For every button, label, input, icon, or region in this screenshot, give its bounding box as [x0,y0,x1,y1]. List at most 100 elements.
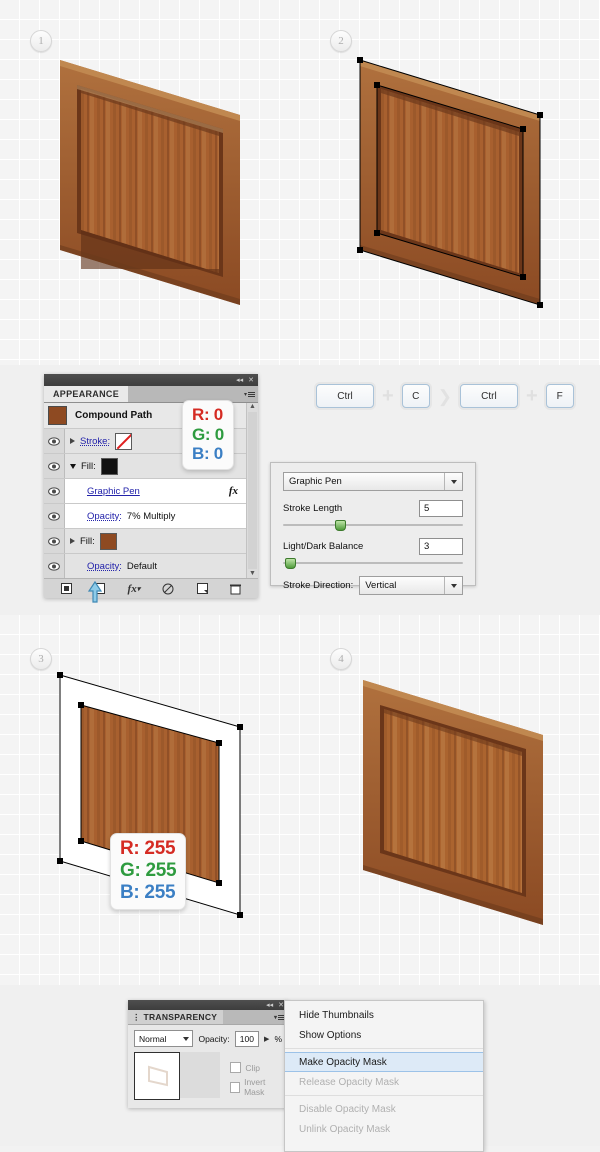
visibility-eye-icon[interactable] [44,479,65,503]
opacity-label[interactable]: Opacity: [87,561,122,572]
light-dark-balance-input[interactable]: 3 [419,538,463,555]
transparency-thumbnails: Clip Invert Mask [128,1052,288,1108]
fill-swatch-black[interactable] [100,457,118,475]
sequence-arrow-icon: ❯ [437,386,452,406]
visibility-eye-icon[interactable] [44,554,65,578]
expand-triangle-icon[interactable] [70,538,75,544]
stroke-length-slider[interactable] [283,520,463,531]
appearance-row-fill-bottom[interactable]: Fill: [44,529,246,554]
add-effect-icon[interactable]: fx ▾ [128,583,141,595]
blend-mode-dropdown[interactable]: Normal [134,1030,194,1047]
object-title: Compound Path [75,410,153,421]
clear-appearance-icon[interactable] [162,583,174,595]
appearance-scrollbar[interactable]: ▲ ▼ [246,403,258,578]
delete-item-icon[interactable] [229,583,241,595]
chevron-down-icon[interactable] [179,1036,192,1041]
stroke-length-label: Stroke Length [283,503,343,514]
menu-separator [285,1048,483,1049]
panel-menu-icon[interactable]: ▾ [244,391,255,398]
scroll-down-icon[interactable]: ▼ [249,570,256,578]
invert-mask-checkbox[interactable] [230,1081,241,1093]
transparency-tab-row: ⋮ TRANSPARENCY ▾ [128,1010,288,1025]
appearance-row-graphic-pen[interactable]: Graphic Pen fx [44,479,246,504]
rgb-blue-value: B: 255 [120,882,176,904]
light-dark-balance-row: Light/Dark Balance 3 [283,538,463,555]
collapse-triangle-icon[interactable] [70,463,76,469]
key-ctrl-2[interactable]: Ctrl [459,384,518,408]
menu-item-hide-thumbnails[interactable]: Hide Thumbnails [285,1005,483,1025]
stroke-direction-dropdown[interactable]: Vertical [359,576,463,595]
graphic-pen-row-content: Graphic Pen fx [65,485,246,497]
clip-checkbox-row[interactable]: Clip [230,1062,282,1073]
clip-checkbox[interactable] [230,1062,242,1073]
collapse-icon[interactable]: ◂◂ [266,1001,273,1009]
rgb-green-value: G: 255 [120,860,177,882]
appearance-row-opacity-multiply[interactable]: Opacity: 7% Multiply [44,504,246,529]
opacity-stepper-icon[interactable]: ▶ [264,1035,269,1043]
percent-label: % [274,1033,282,1044]
wood-panel-artwork-2 [355,55,550,308]
rgb-red-value: R: 0 [192,405,223,424]
stroke-swatch-none[interactable] [115,432,133,450]
menu-item-make-opacity-mask[interactable]: Make Opacity Mask [285,1052,483,1072]
chevron-down-icon[interactable] [444,577,462,594]
clip-label: Clip [245,1062,260,1073]
key-f[interactable]: F [545,384,574,408]
menu-item-unlink-opacity-mask: Unlink Opacity Mask [299,1123,391,1135]
add-new-stroke-icon[interactable] [61,583,73,594]
fx-icon[interactable]: fx [229,485,246,497]
transparency-panel-menu-area: ▾ [223,1010,288,1024]
tab-transparency[interactable]: ⋮ TRANSPARENCY [128,1012,217,1023]
stroke-direction-label: Stroke Direction: [283,580,354,591]
transparency-panel-context-menu: Hide Thumbnails Show Options Make Opacit… [284,1000,484,1152]
graphic-pen-dialog: Graphic Pen Stroke Length 5 Light/Dark B… [270,462,476,595]
appearance-row-opacity-default[interactable]: Opacity: Default [44,554,246,578]
scroll-up-icon[interactable]: ▲ [249,403,256,411]
visibility-eye-icon[interactable] [44,429,65,453]
fill-label: Fill: [81,460,96,472]
stroke-direction-value: Vertical [365,580,397,591]
canvas-section-top: 1 2 [0,0,600,365]
stroke-label[interactable]: Stroke: [80,436,110,447]
step-badge-4: 4 [330,648,352,670]
duplicate-item-icon[interactable] [196,583,208,594]
slider-knob[interactable] [285,558,296,569]
keyboard-shortcut-group: Ctrl + C ❯ Ctrl + F [316,384,574,408]
transparency-panel: ◂◂ ✕ ⋮ TRANSPARENCY ▾ Normal Opacity: 10… [128,1000,288,1108]
fill-bottom-row-content: Fill: [65,532,246,550]
light-dark-balance-label: Light/Dark Balance [283,541,364,552]
scrollbar-track[interactable] [248,412,257,569]
mask-thumbnail[interactable] [180,1052,221,1098]
wood-panel-artwork-1 [55,55,245,305]
wood-panel-artwork-4 [358,675,548,925]
expand-triangle-icon[interactable] [70,438,75,444]
key-ctrl-1[interactable]: Ctrl [316,384,374,408]
collapse-icon[interactable]: ◂◂ [236,376,243,384]
visibility-eye-icon[interactable] [44,529,65,553]
tab-appearance[interactable]: APPEARANCE [44,386,129,402]
menu-item-show-options[interactable]: Show Options [285,1025,483,1045]
opacity-label[interactable]: Opacity: [87,511,122,522]
key-c[interactable]: C [401,384,430,408]
menu-item-release-opacity-mask: Release Opacity Mask [299,1076,400,1088]
plus-icon: + [525,385,538,407]
opacity-value: Default [126,560,157,572]
object-thumbnail [48,406,67,425]
opacity-input[interactable]: 100 [234,1030,260,1047]
visibility-eye-icon[interactable] [44,454,65,478]
visibility-eye-icon[interactable] [44,504,65,528]
object-thumbnail[interactable] [134,1052,180,1100]
close-icon[interactable]: ✕ [248,376,254,384]
chevron-down-icon[interactable] [444,473,462,490]
fill-swatch-brown[interactable] [99,532,117,550]
graphic-pen-label[interactable]: Graphic Pen [87,486,140,497]
invert-mask-label: Invert Mask [244,1077,266,1097]
appearance-panel-footer: fx ▾ [44,578,258,598]
slider-track [283,524,463,526]
invert-mask-checkbox-row[interactable]: Invert Mask [230,1077,282,1097]
effect-name-dropdown[interactable]: Graphic Pen [283,472,463,491]
stroke-length-input[interactable]: 5 [419,500,463,517]
light-dark-balance-slider[interactable] [283,558,463,569]
menu-separator [285,1095,483,1096]
slider-knob[interactable] [335,520,346,531]
